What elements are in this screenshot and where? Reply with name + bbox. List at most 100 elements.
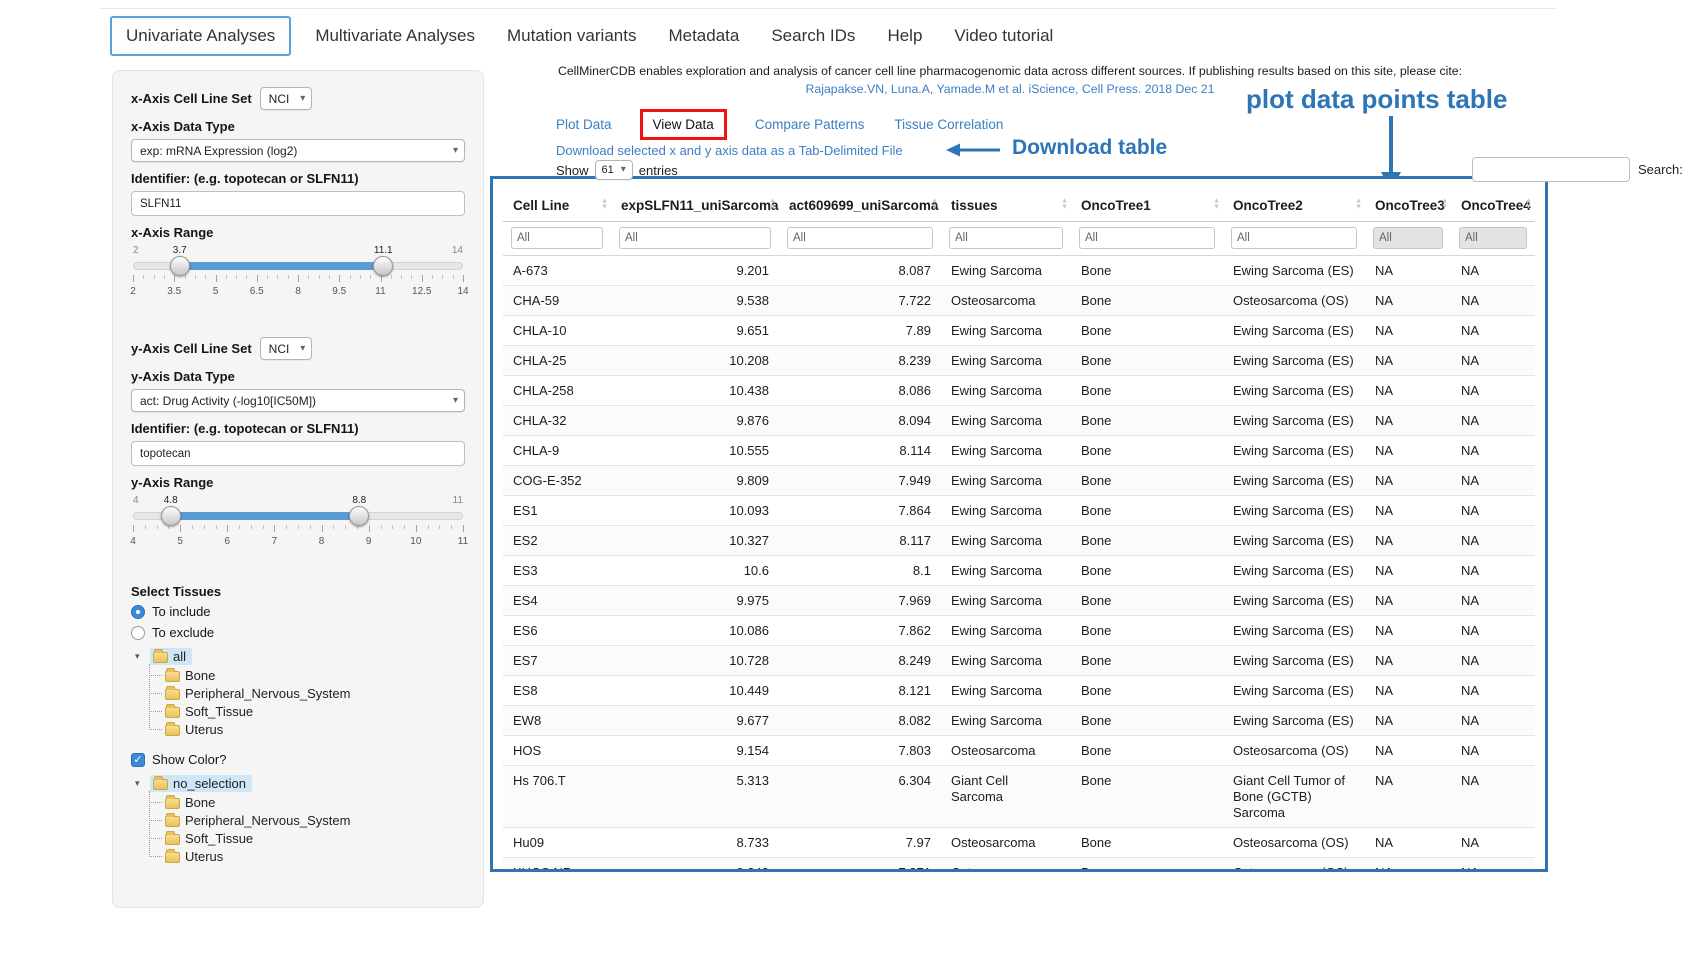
download-data-link[interactable]: Download selected x and y axis data as a… <box>556 143 903 158</box>
view-tab-plot-data[interactable]: Plot Data <box>556 117 612 132</box>
x-range-slider[interactable]: 2143.711.123.556.589.51112.514 <box>133 245 463 301</box>
nav-tab-mutation-variants[interactable]: Mutation variants <box>507 17 636 55</box>
column-header-oncotree3[interactable]: OncoTree3▲▼ <box>1365 187 1451 222</box>
table-row[interactable]: ES310.68.1Ewing SarcomaBoneEwing Sarcoma… <box>503 556 1535 586</box>
column-header-expslfn11-unisarcoma[interactable]: expSLFN11_uniSarcoma▲▼ <box>611 187 779 222</box>
view-tab-view-data[interactable]: View Data <box>640 109 727 140</box>
tree-item-bone[interactable]: Bone <box>149 666 465 684</box>
slider-minor-tick <box>164 275 165 279</box>
table-row[interactable]: CHA-599.5387.722OsteosarcomaBoneOsteosar… <box>503 286 1535 316</box>
table-row[interactable]: ES710.7288.249Ewing SarcomaBoneEwing Sar… <box>503 646 1535 676</box>
cell-cell-line: CHA-59 <box>503 286 611 316</box>
table-row[interactable]: CHLA-910.5558.114Ewing SarcomaBoneEwing … <box>503 436 1535 466</box>
sort-icon[interactable]: ▲▼ <box>1213 198 1220 209</box>
slider-handle-to[interactable] <box>373 256 393 276</box>
search-input[interactable] <box>1472 157 1630 182</box>
tree-item-soft-tissue[interactable]: Soft_Tissue <box>149 829 465 847</box>
tree-item-label: Soft_Tissue <box>185 831 253 846</box>
nav-tab-help[interactable]: Help <box>887 17 922 55</box>
sort-icon[interactable]: ▲▼ <box>1355 198 1362 209</box>
nav-tab-video-tutorial[interactable]: Video tutorial <box>954 17 1053 55</box>
sort-icon[interactable]: ▲▼ <box>769 198 776 209</box>
column-header-act609699-unisarcoma[interactable]: act609699_uniSarcoma▲▼ <box>779 187 941 222</box>
cell-oncotree2: Ewing Sarcoma (ES) <box>1223 706 1365 736</box>
table-row[interactable]: A-6739.2018.087Ewing SarcomaBoneEwing Sa… <box>503 256 1535 286</box>
table-row[interactable]: COG-E-3529.8097.949Ewing SarcomaBoneEwin… <box>503 466 1535 496</box>
slider-minor-tick <box>391 275 392 279</box>
column-filter-oncotree1[interactable] <box>1079 227 1215 249</box>
sort-icon[interactable]: ▲▼ <box>1441 198 1448 209</box>
table-row[interactable]: CHLA-329.8768.094Ewing SarcomaBoneEwing … <box>503 406 1535 436</box>
tree-root-node-all[interactable]: all <box>150 648 192 665</box>
y-identifier-input[interactable] <box>131 441 465 466</box>
column-header-cell-line[interactable]: Cell Line▲▼ <box>503 187 611 222</box>
citation-text: CellMinerCDB enables exploration and ana… <box>500 62 1520 80</box>
sort-icon[interactable]: ▲▼ <box>1525 198 1532 209</box>
table-row[interactable]: CHLA-25810.4388.086Ewing SarcomaBoneEwin… <box>503 376 1535 406</box>
show-color-checkbox-row[interactable]: ✓ Show Color? <box>131 752 465 767</box>
view-tab-compare-patterns[interactable]: Compare Patterns <box>755 117 865 132</box>
cell-act609699-unisarcoma: 8.114 <box>779 436 941 466</box>
cell-act609699-unisarcoma: 8.082 <box>779 706 941 736</box>
tissues-include-radio[interactable]: To include <box>131 604 465 619</box>
cell-oncotree2: Ewing Sarcoma (ES) <box>1223 436 1365 466</box>
table-row[interactable]: HOS9.1547.803OsteosarcomaBoneOsteosarcom… <box>503 736 1535 766</box>
tree-item-soft-tissue[interactable]: Soft_Tissue <box>149 702 465 720</box>
nav-tab-metadata[interactable]: Metadata <box>668 17 739 55</box>
tree-root-node-no-selection[interactable]: no_selection <box>150 775 252 792</box>
column-filter-cell-line[interactable] <box>511 227 603 249</box>
slider-handle-to[interactable] <box>349 506 369 526</box>
nav-tab-search-ids[interactable]: Search IDs <box>771 17 855 55</box>
entries-select[interactable]: 61 ▾ <box>595 160 633 180</box>
tree-item-peripheral-nervous-system[interactable]: Peripheral_Nervous_System <box>149 811 465 829</box>
table-row[interactable]: ES110.0937.864Ewing SarcomaBoneEwing Sar… <box>503 496 1535 526</box>
tree-item-uterus[interactable]: Uterus <box>149 720 465 738</box>
x-identifier-input[interactable] <box>131 191 465 216</box>
x-data-type-select[interactable]: exp: mRNA Expression (log2) ▾ <box>131 139 465 162</box>
column-header-oncotree4[interactable]: OncoTree4▲▼ <box>1451 187 1535 222</box>
y-cell-line-set-row: y-Axis Cell Line Set NCI ▾ <box>131 337 465 360</box>
view-tab-tissue-correlation[interactable]: Tissue Correlation <box>894 117 1003 132</box>
y-cell-line-set-select[interactable]: NCI ▾ <box>260 337 313 360</box>
x-cell-line-set-select[interactable]: NCI ▾ <box>260 87 313 110</box>
table-row[interactable]: CHLA-109.6517.89Ewing SarcomaBoneEwing S… <box>503 316 1535 346</box>
nav-tab-univariate-analyses[interactable]: Univariate Analyses <box>110 16 291 56</box>
table-row[interactable]: ES610.0867.862Ewing SarcomaBoneEwing Sar… <box>503 616 1535 646</box>
tree-item-peripheral-nervous-system[interactable]: Peripheral_Nervous_System <box>149 684 465 702</box>
slider-minor-tick <box>298 525 299 529</box>
slider-handle-from[interactable] <box>161 506 181 526</box>
table-row[interactable]: ES810.4498.121Ewing SarcomaBoneEwing Sar… <box>503 676 1535 706</box>
tree-item-uterus[interactable]: Uterus <box>149 847 465 865</box>
table-row[interactable]: CHLA-2510.2088.239Ewing SarcomaBoneEwing… <box>503 346 1535 376</box>
tree-item-bone[interactable]: Bone <box>149 793 465 811</box>
table-row[interactable]: Hu098.7337.97OsteosarcomaBoneOsteosarcom… <box>503 828 1535 858</box>
table-row[interactable]: ES49.9757.969Ewing SarcomaBoneEwing Sarc… <box>503 586 1535 616</box>
cell-oncotree4: NA <box>1451 496 1535 526</box>
tree-collapse-icon[interactable]: ▾ <box>135 778 145 789</box>
slider-minor-tick <box>226 275 227 279</box>
column-header-tissues[interactable]: tissues▲▼ <box>941 187 1071 222</box>
nav-tab-multivariate-analyses[interactable]: Multivariate Analyses <box>315 17 475 55</box>
table-row[interactable]: EW89.6778.082Ewing SarcomaBoneEwing Sarc… <box>503 706 1535 736</box>
slider-tick-label: 2 <box>130 286 136 297</box>
y-range-slider[interactable]: 4114.88.84567891011 <box>133 495 463 551</box>
table-row[interactable]: KHOS NP8.3437.371OsteosarcomaBoneOsteosa… <box>503 858 1535 873</box>
column-filter-expslfn11-unisarcoma[interactable] <box>619 227 771 249</box>
sort-icon[interactable]: ▲▼ <box>601 198 608 209</box>
sort-icon[interactable]: ▲▼ <box>931 198 938 209</box>
column-filter-oncotree2[interactable] <box>1231 227 1357 249</box>
table-row[interactable]: Hs 706.T5.3136.304Giant Cell SarcomaBone… <box>503 766 1535 828</box>
y-data-type-select[interactable]: act: Drug Activity (-log10[IC50M]) ▾ <box>131 389 465 412</box>
tissues-exclude-radio[interactable]: To exclude <box>131 625 465 640</box>
slider-handle-from[interactable] <box>170 256 190 276</box>
tree-collapse-icon[interactable]: ▾ <box>135 651 145 662</box>
column-filter-act609699-unisarcoma[interactable] <box>787 227 933 249</box>
tree-root-label: no_selection <box>173 776 246 791</box>
column-filter-tissues[interactable] <box>949 227 1063 249</box>
settings-sidebar: x-Axis Cell Line Set NCI ▾ x-Axis Data T… <box>112 70 484 908</box>
column-header-oncotree1[interactable]: OncoTree1▲▼ <box>1071 187 1223 222</box>
column-header-oncotree2[interactable]: OncoTree2▲▼ <box>1223 187 1365 222</box>
sort-icon[interactable]: ▲▼ <box>1061 198 1068 209</box>
table-row[interactable]: ES210.3278.117Ewing SarcomaBoneEwing Sar… <box>503 526 1535 556</box>
cell-oncotree2: Ewing Sarcoma (ES) <box>1223 256 1365 286</box>
